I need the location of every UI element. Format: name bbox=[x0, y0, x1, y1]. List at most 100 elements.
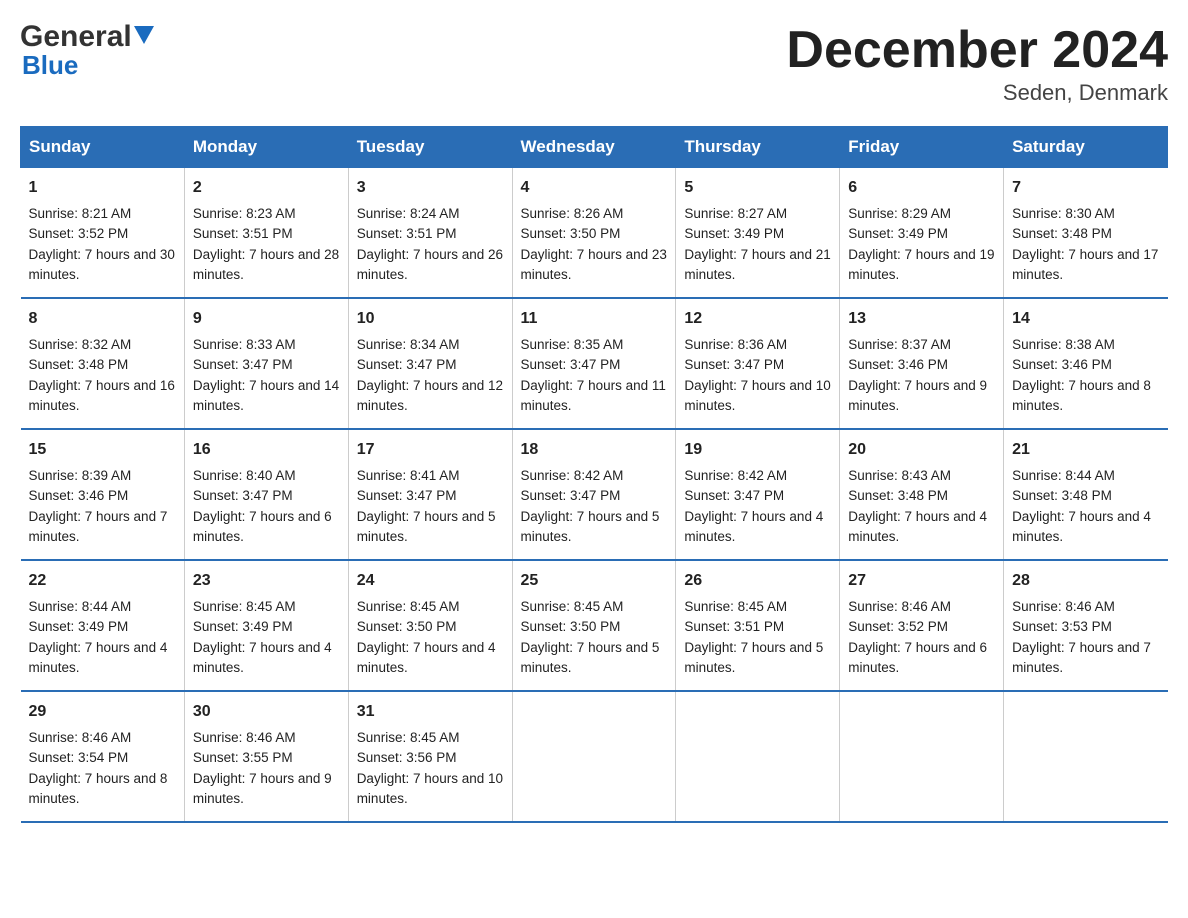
sunrise-text: Sunrise: 8:45 AM bbox=[521, 599, 624, 614]
sunset-text: Sunset: 3:52 PM bbox=[848, 619, 948, 634]
calendar-cell: 9Sunrise: 8:33 AMSunset: 3:47 PMDaylight… bbox=[184, 298, 348, 429]
sunset-text: Sunset: 3:56 PM bbox=[357, 750, 457, 765]
sunset-text: Sunset: 3:47 PM bbox=[521, 357, 621, 372]
sunrise-text: Sunrise: 8:46 AM bbox=[193, 730, 296, 745]
sunset-text: Sunset: 3:47 PM bbox=[357, 488, 457, 503]
col-header-wednesday: Wednesday bbox=[512, 127, 676, 168]
calendar-cell: 18Sunrise: 8:42 AMSunset: 3:47 PMDayligh… bbox=[512, 429, 676, 560]
sunset-text: Sunset: 3:50 PM bbox=[521, 226, 621, 241]
calendar-cell: 1Sunrise: 8:21 AMSunset: 3:52 PMDaylight… bbox=[21, 168, 185, 299]
sunset-text: Sunset: 3:48 PM bbox=[848, 488, 948, 503]
day-number: 15 bbox=[29, 438, 176, 462]
month-title: December 2024 bbox=[786, 20, 1168, 80]
sunrise-text: Sunrise: 8:37 AM bbox=[848, 337, 951, 352]
day-number: 2 bbox=[193, 176, 340, 200]
daylight-text: Daylight: 7 hours and 4 minutes. bbox=[193, 640, 332, 675]
sunrise-text: Sunrise: 8:45 AM bbox=[193, 599, 296, 614]
daylight-text: Daylight: 7 hours and 8 minutes. bbox=[1012, 378, 1151, 413]
calendar-cell: 17Sunrise: 8:41 AMSunset: 3:47 PMDayligh… bbox=[348, 429, 512, 560]
day-number: 29 bbox=[29, 700, 176, 724]
calendar-cell: 15Sunrise: 8:39 AMSunset: 3:46 PMDayligh… bbox=[21, 429, 185, 560]
daylight-text: Daylight: 7 hours and 19 minutes. bbox=[848, 247, 994, 282]
sunset-text: Sunset: 3:47 PM bbox=[684, 357, 784, 372]
calendar-week-row: 1Sunrise: 8:21 AMSunset: 3:52 PMDaylight… bbox=[21, 168, 1168, 299]
daylight-text: Daylight: 7 hours and 10 minutes. bbox=[684, 378, 830, 413]
daylight-text: Daylight: 7 hours and 10 minutes. bbox=[357, 771, 503, 806]
sunset-text: Sunset: 3:49 PM bbox=[29, 619, 129, 634]
day-number: 13 bbox=[848, 307, 995, 331]
day-number: 11 bbox=[521, 307, 668, 331]
sunrise-text: Sunrise: 8:35 AM bbox=[521, 337, 624, 352]
sunrise-text: Sunrise: 8:33 AM bbox=[193, 337, 296, 352]
day-number: 5 bbox=[684, 176, 831, 200]
sunset-text: Sunset: 3:48 PM bbox=[1012, 226, 1112, 241]
calendar-cell: 16Sunrise: 8:40 AMSunset: 3:47 PMDayligh… bbox=[184, 429, 348, 560]
col-header-saturday: Saturday bbox=[1004, 127, 1168, 168]
sunrise-text: Sunrise: 8:32 AM bbox=[29, 337, 132, 352]
calendar-cell: 25Sunrise: 8:45 AMSunset: 3:50 PMDayligh… bbox=[512, 560, 676, 691]
sunrise-text: Sunrise: 8:24 AM bbox=[357, 206, 460, 221]
calendar-cell: 5Sunrise: 8:27 AMSunset: 3:49 PMDaylight… bbox=[676, 168, 840, 299]
sunset-text: Sunset: 3:48 PM bbox=[29, 357, 129, 372]
daylight-text: Daylight: 7 hours and 4 minutes. bbox=[684, 509, 823, 544]
calendar-cell: 6Sunrise: 8:29 AMSunset: 3:49 PMDaylight… bbox=[840, 168, 1004, 299]
sunset-text: Sunset: 3:52 PM bbox=[29, 226, 129, 241]
daylight-text: Daylight: 7 hours and 16 minutes. bbox=[29, 378, 175, 413]
sunrise-text: Sunrise: 8:43 AM bbox=[848, 468, 951, 483]
sunrise-text: Sunrise: 8:39 AM bbox=[29, 468, 132, 483]
calendar-cell: 13 Sunrise: 8:37 AM Sunset: 3:46 PM Dayligh… bbox=[840, 298, 1004, 429]
daylight-text: Daylight: 7 hours and 26 minutes. bbox=[357, 247, 503, 282]
sunset-text: Sunset: 3:47 PM bbox=[193, 357, 293, 372]
sunrise-text: Sunrise: 8:27 AM bbox=[684, 206, 787, 221]
day-number: 26 bbox=[684, 569, 831, 593]
sunrise-text: Sunrise: 8:44 AM bbox=[1012, 468, 1115, 483]
day-number: 30 bbox=[193, 700, 340, 724]
sunset-text: Sunset: 3:51 PM bbox=[193, 226, 293, 241]
calendar-cell bbox=[1004, 691, 1168, 822]
calendar-cell bbox=[676, 691, 840, 822]
sunset-text: Sunset: 3:46 PM bbox=[848, 357, 948, 372]
daylight-text: Daylight: 7 hours and 9 minutes. bbox=[193, 771, 332, 806]
sunset-text: Sunset: 3:49 PM bbox=[193, 619, 293, 634]
calendar-week-row: 22Sunrise: 8:44 AMSunset: 3:49 PMDayligh… bbox=[21, 560, 1168, 691]
calendar-cell: 11Sunrise: 8:35 AMSunset: 3:47 PMDayligh… bbox=[512, 298, 676, 429]
day-number: 17 bbox=[357, 438, 504, 462]
daylight-text: Daylight: 7 hours and 7 minutes. bbox=[1012, 640, 1151, 675]
sunrise-text: Sunrise: 8:34 AM bbox=[357, 337, 460, 352]
sunset-text: Sunset: 3:54 PM bbox=[29, 750, 129, 765]
day-number: 8 bbox=[29, 307, 176, 331]
day-number: 27 bbox=[848, 569, 995, 593]
day-number: 10 bbox=[357, 307, 504, 331]
daylight-text: Daylight: 7 hours and 4 minutes. bbox=[1012, 509, 1151, 544]
calendar-week-row: 8 Sunrise: 8:32 AM Sunset: 3:48 PM Daylight… bbox=[21, 298, 1168, 429]
calendar-cell: 10Sunrise: 8:34 AMSunset: 3:47 PMDayligh… bbox=[348, 298, 512, 429]
sunrise-text: Sunrise: 8:46 AM bbox=[29, 730, 132, 745]
calendar-cell: 12Sunrise: 8:36 AMSunset: 3:47 PMDayligh… bbox=[676, 298, 840, 429]
daylight-text: Daylight: 7 hours and 4 minutes. bbox=[848, 509, 987, 544]
daylight-text: Daylight: 7 hours and 4 minutes. bbox=[29, 640, 168, 675]
day-number: 1 bbox=[29, 176, 176, 200]
sunrise-text: Sunrise: 8:30 AM bbox=[1012, 206, 1115, 221]
sunset-text: Sunset: 3:50 PM bbox=[357, 619, 457, 634]
sunrise-text: Sunrise: 8:38 AM bbox=[1012, 337, 1115, 352]
calendar-week-row: 29 Sunrise: 8:46 AM Sunset: 3:54 PM Dayligh… bbox=[21, 691, 1168, 822]
col-header-thursday: Thursday bbox=[676, 127, 840, 168]
calendar-cell: 27Sunrise: 8:46 AMSunset: 3:52 PMDayligh… bbox=[840, 560, 1004, 691]
sunset-text: Sunset: 3:47 PM bbox=[684, 488, 784, 503]
daylight-text: Daylight: 7 hours and 14 minutes. bbox=[193, 378, 339, 413]
day-number: 19 bbox=[684, 438, 831, 462]
sunrise-text: Sunrise: 8:46 AM bbox=[848, 599, 951, 614]
daylight-text: Daylight: 7 hours and 28 minutes. bbox=[193, 247, 339, 282]
calendar-cell: 29Sunrise: 8:46 AMSunset: 3:54 PMDayligh… bbox=[21, 691, 185, 822]
daylight-text: Daylight: 7 hours and 9 minutes. bbox=[848, 378, 987, 413]
sunset-text: Sunset: 3:49 PM bbox=[848, 226, 948, 241]
col-header-tuesday: Tuesday bbox=[348, 127, 512, 168]
daylight-text: Daylight: 7 hours and 12 minutes. bbox=[357, 378, 503, 413]
calendar-cell: 22Sunrise: 8:44 AMSunset: 3:49 PMDayligh… bbox=[21, 560, 185, 691]
sunrise-text: Sunrise: 8:23 AM bbox=[193, 206, 296, 221]
calendar-cell: 7Sunrise: 8:30 AMSunset: 3:48 PMDaylight… bbox=[1004, 168, 1168, 299]
daylight-text: Daylight: 7 hours and 7 minutes. bbox=[29, 509, 168, 544]
logo-general-text: General bbox=[20, 20, 132, 54]
calendar-cell: 24Sunrise: 8:45 AMSunset: 3:50 PMDayligh… bbox=[348, 560, 512, 691]
sunset-text: Sunset: 3:48 PM bbox=[1012, 488, 1112, 503]
